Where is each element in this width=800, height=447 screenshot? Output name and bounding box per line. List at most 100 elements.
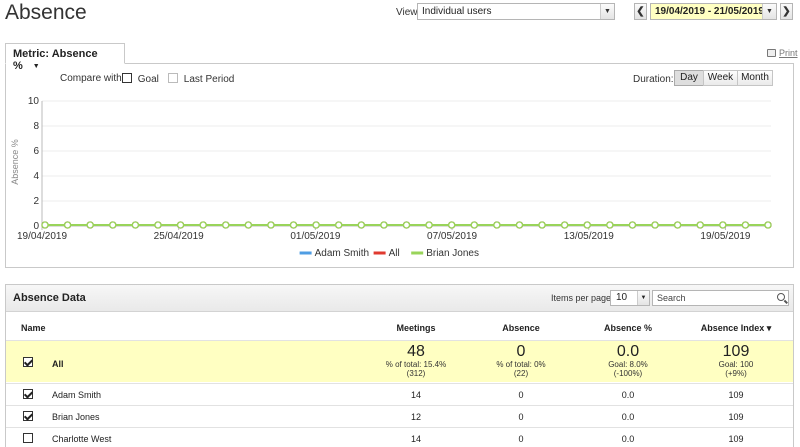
- absence-cell: 0 % of total: 0% (22): [471, 343, 571, 379]
- last-period-label: Last Period: [183, 74, 235, 85]
- legend-label: All: [389, 248, 400, 259]
- search-placeholder: Search: [657, 293, 686, 303]
- data-point: [719, 221, 727, 229]
- row-checkbox[interactable]: [23, 411, 33, 421]
- data-point: [448, 221, 456, 229]
- data-point: [425, 221, 433, 229]
- metric-tab[interactable]: Metric: Absence % ▼: [5, 43, 125, 72]
- printer-icon: [767, 49, 776, 57]
- meetings-cell: 14: [410, 434, 421, 444]
- legend-label: Adam Smith: [315, 248, 369, 259]
- duration-week-button[interactable]: Week: [703, 70, 738, 86]
- view-select-value: Individual users: [422, 6, 492, 17]
- date-range-picker[interactable]: 19/04/2019 - 21/05/2019 ▼: [650, 3, 777, 20]
- data-point: [154, 221, 162, 229]
- column-header-meetings[interactable]: Meetings: [366, 323, 466, 333]
- data-point: [267, 221, 275, 229]
- items-per-page-label: Items per page: [551, 293, 612, 303]
- row-checkbox[interactable]: [23, 433, 33, 443]
- column-header-name[interactable]: Name: [21, 323, 46, 333]
- chart-series: [41, 221, 772, 229]
- absence-pct-cell: 0.0: [621, 434, 635, 444]
- absence-pct-total: 0.0: [616, 343, 640, 360]
- row-checkbox[interactable]: [23, 389, 33, 399]
- row-name: Adam Smith: [52, 390, 102, 400]
- data-panel-title: Absence Data: [13, 292, 86, 304]
- data-panel-header: Absence Data Items per page 10 ▼ Search: [6, 285, 793, 312]
- chevron-down-icon: ▼: [600, 4, 614, 19]
- data-point: [583, 221, 591, 229]
- absence-index-cell: 109: [728, 434, 744, 444]
- meetings-cell: 14: [410, 390, 421, 400]
- data-point: [109, 221, 117, 229]
- data-point: [696, 221, 704, 229]
- meetings-share: % of total: 15.4%: [385, 360, 447, 369]
- table-row[interactable]: Charlotte West 14 0 0.0 109: [6, 427, 793, 447]
- x-tick-label: 07/05/2019: [427, 231, 477, 242]
- duration-month-button[interactable]: Month: [737, 70, 773, 86]
- view-select[interactable]: Individual users ▼: [417, 3, 615, 20]
- goal-label: Goal: [137, 74, 159, 85]
- x-tick-label: 01/05/2019: [290, 231, 340, 242]
- data-point: [222, 221, 230, 229]
- data-point: [515, 221, 524, 229]
- data-point: [131, 221, 140, 229]
- y-tick-labels: 0246810: [28, 96, 40, 232]
- meetings-total: 48: [407, 343, 425, 360]
- data-point: [289, 221, 298, 229]
- data-point: [470, 221, 478, 229]
- table-row[interactable]: Brian Jones 12 0 0.0 109: [6, 405, 793, 427]
- data-point: [606, 221, 614, 229]
- absence-data-panel: Absence Data Items per page 10 ▼ Search …: [5, 284, 794, 447]
- column-header-absence-index[interactable]: Absence Index ▾: [686, 323, 786, 334]
- data-point: [380, 221, 388, 229]
- absence-line-chart: Absence % 0246810 19/04/2019 25/04/2019 01…: [10, 96, 772, 259]
- items-per-page-select[interactable]: 10 ▼: [610, 290, 650, 306]
- items-per-page-value: 10: [616, 292, 628, 303]
- compare-label: Compare with:: [60, 73, 125, 84]
- compare-last-period-option[interactable]: Last Period: [168, 73, 234, 85]
- next-period-button[interactable]: ❯: [780, 3, 793, 20]
- prev-period-button[interactable]: ❮: [634, 3, 647, 20]
- absence-pct-change: (-100%): [613, 369, 643, 378]
- search-icon[interactable]: [777, 293, 785, 301]
- y-tick-label: 4: [33, 171, 39, 182]
- data-point: [63, 221, 72, 229]
- absence-index-cell: 109: [728, 390, 744, 400]
- duration-label: Duration:: [633, 74, 674, 85]
- chart-legend: Adam Smith All Brian Jones: [299, 248, 479, 259]
- y-axis-label: Absence %: [10, 139, 20, 185]
- absence-pct-goal: Goal: 8.0%: [608, 360, 648, 369]
- data-point: [402, 221, 411, 229]
- y-tick-label: 10: [28, 96, 40, 107]
- data-point: [561, 221, 569, 229]
- search-input[interactable]: Search: [652, 290, 789, 306]
- last-period-checkbox[interactable]: [168, 73, 178, 83]
- data-point: [538, 221, 546, 229]
- x-tick-label: 19/05/2019: [700, 231, 750, 242]
- column-header-absence[interactable]: Absence: [471, 323, 571, 333]
- absence-pct-cell: 0.0 Goal: 8.0% (-100%): [578, 343, 678, 379]
- data-point: [335, 221, 343, 229]
- table-row[interactable]: Adam Smith 14 0 0.0 109: [6, 383, 793, 405]
- duration-day-button[interactable]: Day: [674, 70, 704, 86]
- compare-goal-option[interactable]: Goal: [122, 73, 159, 85]
- chevron-down-icon: ▼: [762, 4, 776, 19]
- meetings-cell: 12: [410, 412, 421, 422]
- legend-label: Brian Jones: [426, 248, 479, 259]
- data-point: [651, 221, 659, 229]
- row-checkbox-all[interactable]: [23, 357, 33, 367]
- absence-index-cell: 109: [728, 412, 744, 422]
- row-name: All: [52, 359, 64, 369]
- print-link[interactable]: Print: [767, 48, 798, 58]
- absence-total: 0: [516, 343, 526, 360]
- column-header-absence-pct[interactable]: Absence %: [578, 323, 678, 333]
- goal-checkbox[interactable]: [122, 73, 132, 83]
- row-name: Brian Jones: [52, 412, 100, 422]
- data-point: [628, 221, 637, 229]
- data-point: [357, 221, 365, 229]
- absence-pct-cell: 0.0: [621, 412, 635, 422]
- absence-index-change: (+9%): [725, 369, 747, 378]
- table-row-all[interactable]: All 48 % of total: 15.4% (312) 0 % of to…: [6, 340, 793, 382]
- absence-cell: 0: [518, 412, 524, 422]
